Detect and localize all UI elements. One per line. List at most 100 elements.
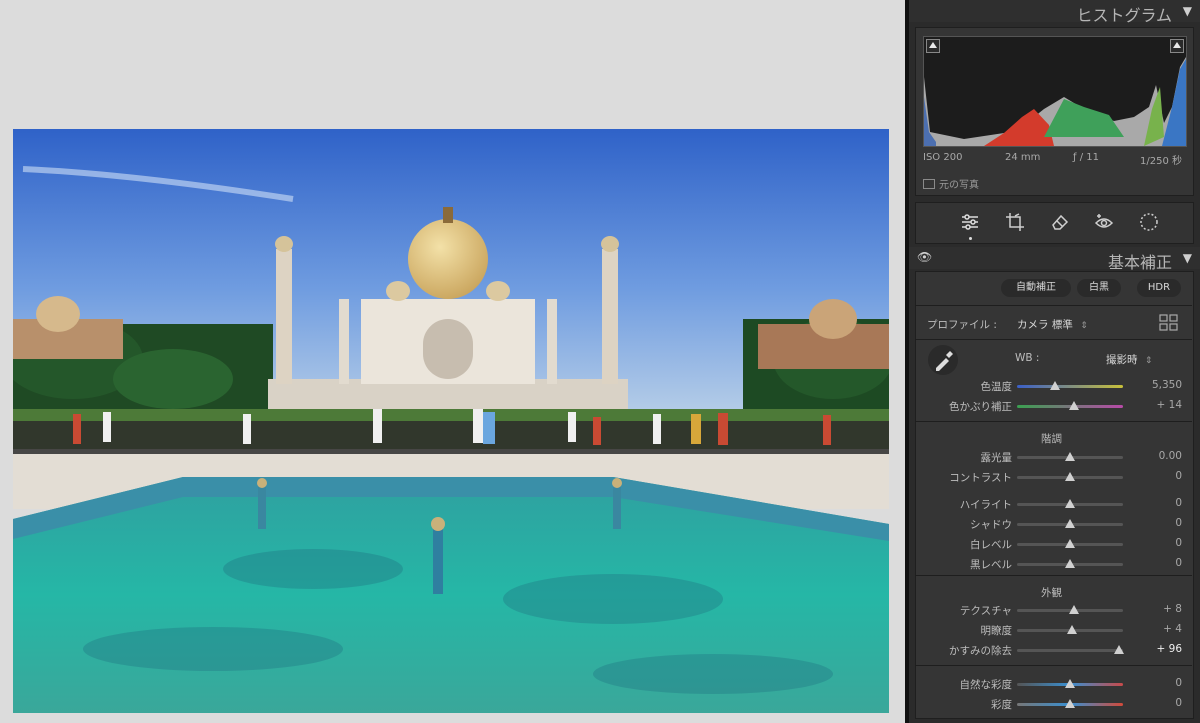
slider-track[interactable] [1017, 472, 1123, 481]
collapse-triangle-icon[interactable]: ▼ [1183, 4, 1192, 18]
photo-preview[interactable] [13, 129, 889, 713]
slider-handle[interactable] [1050, 381, 1061, 390]
slider-track[interactable] [1017, 519, 1123, 528]
masking-icon[interactable] [1138, 211, 1160, 233]
slider-handle[interactable] [1113, 645, 1124, 654]
slider-track[interactable] [1017, 499, 1123, 508]
basic-header[interactable]: 👁 基本補正 ▼ [909, 247, 1200, 272]
slider-label: コントラスト [949, 472, 1012, 484]
slider-label: 色温度 [980, 381, 1013, 393]
slider-value[interactable]: 0.00 [1159, 450, 1182, 462]
slider-track[interactable] [1017, 645, 1124, 654]
white-balance-eyedropper-icon[interactable] [927, 344, 959, 376]
slider-row: 露光量 0.00 [915, 448, 1192, 466]
slider-row: テクスチャ + 8 [915, 601, 1192, 619]
slider-track[interactable] [1017, 539, 1123, 548]
slider-label: 露光量 [980, 452, 1013, 464]
slider-handle[interactable] [1065, 539, 1075, 548]
healing-eraser-icon[interactable] [1049, 211, 1071, 233]
slider-value[interactable]: 5,350 [1152, 379, 1182, 391]
slider-value[interactable]: 0 [1175, 470, 1182, 482]
black-white-button[interactable]: 白黒 [1077, 279, 1121, 297]
slider-value[interactable]: + 4 [1163, 623, 1182, 635]
slider-track[interactable] [1017, 679, 1123, 688]
hdr-button[interactable]: HDR [1137, 279, 1181, 297]
histogram-title: ヒストグラム [1076, 6, 1172, 25]
wb-label: WB : [1015, 352, 1040, 364]
slider-row: 自然な彩度 0 [915, 675, 1192, 693]
histogram-curves [924, 57, 1186, 146]
slider-track[interactable] [1017, 605, 1123, 614]
histogram-header[interactable]: ヒストグラム ▼ [909, 0, 1200, 25]
slider-value[interactable]: 0 [1175, 697, 1182, 709]
histogram-graph[interactable] [923, 36, 1187, 147]
slider-track[interactable] [1017, 559, 1123, 568]
exif-shutter: 1/250 秒 [1140, 156, 1182, 167]
separator [915, 665, 1192, 666]
slider-handle[interactable] [1065, 699, 1075, 708]
tone-group-title: 階調 [1041, 433, 1062, 445]
exif-aperture: ƒ / 11 [1073, 152, 1099, 163]
slider-value[interactable]: 0 [1175, 537, 1182, 549]
slider-value[interactable]: + 8 [1163, 603, 1182, 615]
profile-browser-grid-icon[interactable] [1159, 314, 1179, 332]
red-eye-icon[interactable] [1093, 211, 1115, 233]
active-tool-dot [969, 237, 972, 240]
slider-track[interactable] [1017, 452, 1123, 461]
slider-row: 彩度 0 [915, 695, 1192, 713]
exif-iso: ISO 200 [923, 152, 963, 163]
slider-handle[interactable] [1067, 625, 1078, 634]
edit-sliders-icon[interactable] [959, 211, 981, 233]
slider-handle[interactable] [1069, 605, 1080, 614]
separator [915, 575, 1192, 576]
checkbox-icon[interactable] [923, 178, 935, 189]
auto-button[interactable]: 自動補正 [1001, 279, 1071, 297]
slider-track[interactable] [1017, 625, 1123, 634]
slider-label: 彩度 [991, 699, 1012, 711]
slider-handle[interactable] [1065, 559, 1075, 568]
slider-row: 色かぶり補正 + 14 [915, 397, 1192, 415]
slider-value[interactable]: 0 [1175, 557, 1182, 569]
profile-dropdown[interactable]: カメラ 標準 ⇕ [1017, 317, 1088, 332]
slider-row: ハイライト 0 [915, 495, 1192, 513]
visibility-eye-icon[interactable]: 👁 [917, 250, 932, 264]
slider-handle[interactable] [1065, 519, 1075, 528]
slider-value[interactable]: 0 [1175, 517, 1182, 529]
separator [915, 339, 1192, 340]
shadow-clipping-icon[interactable] [926, 39, 940, 53]
separator [915, 305, 1192, 306]
slider-label: 明瞭度 [980, 625, 1013, 637]
slider-label: シャドウ [970, 519, 1012, 531]
slider-value[interactable]: + 96 [1157, 643, 1183, 655]
highlight-clipping-icon[interactable] [1170, 39, 1184, 53]
original-photo-toggle[interactable]: 元の写真 [923, 176, 979, 191]
dropdown-arrows-icon: ⇕ [1144, 356, 1153, 366]
slider-handle[interactable] [1069, 401, 1080, 410]
original-photo-label: 元の写真 [939, 180, 979, 191]
slider-handle[interactable] [1065, 499, 1075, 508]
slider-track[interactable] [1017, 699, 1123, 708]
collapse-triangle-icon[interactable]: ▼ [1183, 251, 1192, 265]
slider-row: 明瞭度 + 4 [915, 621, 1192, 639]
slider-handle[interactable] [1065, 679, 1075, 688]
slider-label: 自然な彩度 [959, 679, 1013, 691]
slider-label: テクスチャ [959, 605, 1012, 617]
presence-group-title: 外観 [1041, 587, 1062, 599]
wb-dropdown[interactable]: 撮影時 ⇕ [1106, 352, 1152, 367]
slider-track[interactable] [1017, 401, 1123, 410]
slider-row: シャドウ 0 [915, 515, 1192, 533]
slider-handle[interactable] [1065, 452, 1075, 461]
slider-track[interactable] [1017, 381, 1123, 390]
slider-row: 色温度 5,350 [915, 377, 1192, 395]
tool-strip [915, 202, 1194, 244]
slider-value[interactable]: + 14 [1157, 399, 1183, 411]
wb-value: 撮影時 [1106, 354, 1138, 366]
crop-icon[interactable] [1004, 211, 1026, 233]
slider-value[interactable]: 0 [1175, 677, 1182, 689]
slider-label: かすみの除去 [949, 645, 1012, 657]
slider-label: 色かぶり補正 [949, 401, 1012, 413]
slider-value[interactable]: 0 [1175, 497, 1182, 509]
slider-row: コントラスト 0 [915, 468, 1192, 486]
exif-focal-length: 24 mm [1005, 152, 1041, 163]
slider-handle[interactable] [1065, 472, 1075, 481]
